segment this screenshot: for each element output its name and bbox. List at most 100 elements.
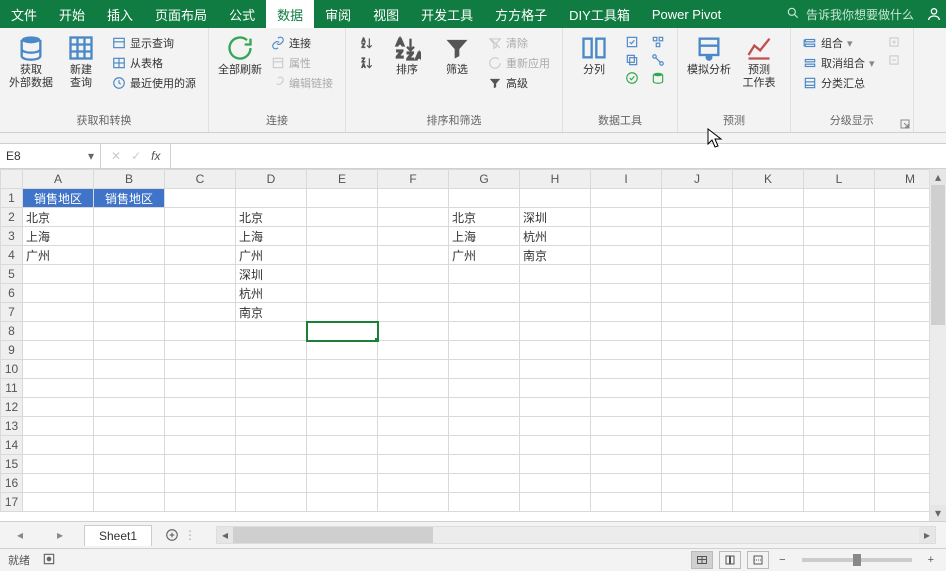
tab-ffgz[interactable]: 方方格子 <box>484 0 558 28</box>
row-header-10[interactable]: 10 <box>1 360 23 379</box>
cell-L2[interactable] <box>804 208 875 227</box>
cell-E9[interactable] <box>307 341 378 360</box>
filter-button[interactable]: 筛选 <box>432 32 482 79</box>
cell-A9[interactable] <box>23 341 94 360</box>
cell-H13[interactable] <box>520 417 591 436</box>
row-header-15[interactable]: 15 <box>1 455 23 474</box>
show-queries-button[interactable]: 显示查询 <box>110 34 198 52</box>
cell-J17[interactable] <box>662 493 733 512</box>
sheet-nav-prev-icon[interactable]: ◂ <box>17 528 23 542</box>
cell-B3[interactable] <box>94 227 165 246</box>
cell-L10[interactable] <box>804 360 875 379</box>
cell-K11[interactable] <box>733 379 804 398</box>
cell-H9[interactable] <box>520 341 591 360</box>
cell-H15[interactable] <box>520 455 591 474</box>
cell-H6[interactable] <box>520 284 591 303</box>
cell-H4[interactable]: 南京 <box>520 246 591 265</box>
cell-I3[interactable] <box>591 227 662 246</box>
cell-C9[interactable] <box>165 341 236 360</box>
cell-A3[interactable]: 上海 <box>23 227 94 246</box>
cell-I10[interactable] <box>591 360 662 379</box>
cell-I13[interactable] <box>591 417 662 436</box>
cell-E17[interactable] <box>307 493 378 512</box>
page-break-view-button[interactable] <box>747 551 769 569</box>
cell-D10[interactable] <box>236 360 307 379</box>
row-header-7[interactable]: 7 <box>1 303 23 322</box>
flash-fill-button[interactable] <box>623 34 641 50</box>
column-header-B[interactable]: B <box>94 170 165 189</box>
column-header-J[interactable]: J <box>662 170 733 189</box>
cell-D11[interactable] <box>236 379 307 398</box>
tab-file[interactable]: 文件 <box>0 0 48 28</box>
cell-H14[interactable] <box>520 436 591 455</box>
tab-page-layout[interactable]: 页面布局 <box>144 0 218 28</box>
cell-K3[interactable] <box>733 227 804 246</box>
name-box[interactable]: E8 ▾ <box>0 144 101 168</box>
cell-B17[interactable] <box>94 493 165 512</box>
row-header-4[interactable]: 4 <box>1 246 23 265</box>
cell-I12[interactable] <box>591 398 662 417</box>
row-header-8[interactable]: 8 <box>1 322 23 341</box>
tab-diy[interactable]: DIY工具箱 <box>558 0 641 28</box>
cell-L4[interactable] <box>804 246 875 265</box>
account-icon[interactable] <box>922 0 946 28</box>
cell-C14[interactable] <box>165 436 236 455</box>
cell-A14[interactable] <box>23 436 94 455</box>
cell-K8[interactable] <box>733 322 804 341</box>
cell-K14[interactable] <box>733 436 804 455</box>
cell-A6[interactable] <box>23 284 94 303</box>
outline-dialog-launcher[interactable] <box>899 118 911 130</box>
cell-K2[interactable] <box>733 208 804 227</box>
sheet-tab-active[interactable]: Sheet1 <box>84 525 152 546</box>
column-header-G[interactable]: G <box>449 170 520 189</box>
cell-K1[interactable] <box>733 189 804 208</box>
cell-F14[interactable] <box>378 436 449 455</box>
cell-A7[interactable] <box>23 303 94 322</box>
vertical-scrollbar[interactable]: ▴ ▾ <box>929 169 946 521</box>
refresh-all-button[interactable]: 全部刷新 <box>215 32 265 79</box>
split-handle[interactable]: ⋮ <box>184 528 196 542</box>
cell-E6[interactable] <box>307 284 378 303</box>
cell-I2[interactable] <box>591 208 662 227</box>
cell-L3[interactable] <box>804 227 875 246</box>
cell-C17[interactable] <box>165 493 236 512</box>
row-header-9[interactable]: 9 <box>1 341 23 360</box>
scroll-up-button[interactable]: ▴ <box>930 169 946 185</box>
cell-F8[interactable] <box>378 322 449 341</box>
cell-L7[interactable] <box>804 303 875 322</box>
hscroll-thumb[interactable] <box>233 527 433 543</box>
cell-C11[interactable] <box>165 379 236 398</box>
cell-D14[interactable] <box>236 436 307 455</box>
column-header-D[interactable]: D <box>236 170 307 189</box>
cell-H3[interactable]: 杭州 <box>520 227 591 246</box>
cell-J12[interactable] <box>662 398 733 417</box>
cell-C10[interactable] <box>165 360 236 379</box>
tab-data[interactable]: 数据 <box>266 0 314 28</box>
cell-B11[interactable] <box>94 379 165 398</box>
cell-C7[interactable] <box>165 303 236 322</box>
cell-L9[interactable] <box>804 341 875 360</box>
cell-J16[interactable] <box>662 474 733 493</box>
cell-A11[interactable] <box>23 379 94 398</box>
cell-I15[interactable] <box>591 455 662 474</box>
cell-J3[interactable] <box>662 227 733 246</box>
cell-A10[interactable] <box>23 360 94 379</box>
cell-E15[interactable] <box>307 455 378 474</box>
cell-K5[interactable] <box>733 265 804 284</box>
column-header-H[interactable]: H <box>520 170 591 189</box>
cell-L13[interactable] <box>804 417 875 436</box>
cell-G6[interactable] <box>449 284 520 303</box>
page-layout-view-button[interactable] <box>719 551 741 569</box>
formula-bar-input[interactable] <box>171 144 946 168</box>
data-validation-button[interactable] <box>623 70 641 86</box>
column-header-C[interactable]: C <box>165 170 236 189</box>
cell-J10[interactable] <box>662 360 733 379</box>
connections-button[interactable]: 连接 <box>269 34 335 52</box>
remove-duplicates-button[interactable] <box>623 52 641 68</box>
filter-advanced-button[interactable]: 高级 <box>486 74 552 92</box>
cell-J14[interactable] <box>662 436 733 455</box>
consolidate-button[interactable] <box>649 34 667 50</box>
cell-I8[interactable] <box>591 322 662 341</box>
cell-B15[interactable] <box>94 455 165 474</box>
cell-F9[interactable] <box>378 341 449 360</box>
